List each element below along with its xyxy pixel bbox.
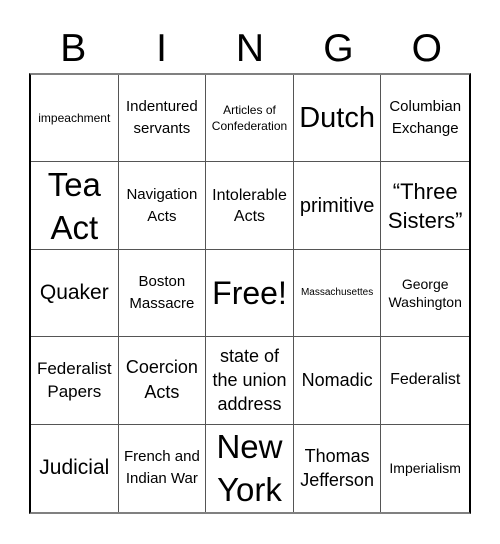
bingo-header: B I N G O	[29, 26, 471, 72]
bingo-cell[interactable]: Federalist	[381, 337, 469, 425]
bingo-cell[interactable]: Nomadic	[293, 337, 382, 425]
cell-label: Federalist Papers	[36, 359, 112, 402]
cell-label: Coercion Acts	[125, 357, 198, 403]
cell-label: Tea Act	[47, 165, 101, 246]
bingo-cell[interactable]: “Three Sisters”	[381, 162, 469, 250]
bingo-cell[interactable]: Indentured servants	[118, 75, 207, 163]
header-letter-n: N	[235, 27, 265, 70]
cell-label: Imperialism	[389, 459, 461, 476]
bingo-cell[interactable]: Imperialism	[381, 425, 469, 512]
bingo-cell[interactable]: French and Indian War	[119, 424, 207, 512]
bingo-cell[interactable]: Boston Massacre	[118, 249, 207, 338]
header-letter-o: O	[411, 27, 442, 70]
bingo-cell[interactable]: Articles of Confederation	[206, 75, 294, 163]
cell-label: Massachusettes	[300, 287, 374, 299]
cell-label: George Washington	[388, 275, 462, 310]
bingo-cell[interactable]: impeachment	[31, 75, 119, 163]
bingo-cell[interactable]: Columbian Exchange	[381, 75, 469, 163]
bingo-cell[interactable]: Dutch	[293, 75, 382, 163]
header-letter-b: B	[60, 27, 87, 70]
header-letter-i: I	[156, 27, 168, 70]
bingo-cell[interactable]: Federalist Papers	[31, 337, 119, 425]
free-space-cell[interactable]: Free!	[206, 249, 294, 338]
bingo-cell[interactable]: Thomas Jefferson	[294, 424, 382, 512]
cell-label: “Three Sisters”	[387, 178, 463, 233]
header-letter-g: G	[323, 27, 354, 70]
bingo-cell[interactable]: Intolerable Acts	[206, 162, 294, 250]
cell-label: New York	[216, 428, 283, 509]
cell-label: Intolerable Acts	[212, 186, 287, 225]
cell-label: Indentured servants	[126, 98, 198, 138]
cell-label: Thomas Jefferson	[300, 446, 374, 491]
bingo-cell[interactable]: George Washington	[381, 250, 469, 338]
bingo-cell[interactable]: Judicial	[31, 424, 119, 512]
bingo-cell[interactable]: primitive	[293, 162, 382, 250]
bingo-cell[interactable]: Coercion Acts	[118, 337, 207, 425]
cell-label: Boston Massacre	[129, 272, 195, 312]
cell-label: Dutch	[299, 102, 375, 135]
cell-label: Judicial	[39, 456, 110, 480]
cell-label: impeachment	[38, 111, 111, 126]
bingo-board: impeachment Indentured servants Articles…	[29, 73, 471, 514]
bingo-cell[interactable]: Quaker	[31, 249, 119, 338]
bingo-cell[interactable]: New York	[206, 424, 294, 512]
cell-label: Quaker	[39, 280, 109, 304]
bingo-cell[interactable]: Massachusettes	[293, 249, 382, 338]
cell-label: Navigation Acts	[126, 185, 198, 225]
bingo-cell[interactable]: state of the union address	[206, 337, 294, 425]
cell-label: French and Indian War	[123, 448, 200, 488]
cell-label: Federalist	[390, 371, 461, 389]
bingo-cell[interactable]: Tea Act	[31, 162, 119, 250]
cell-label: Columbian Exchange	[389, 98, 462, 138]
cell-label: primitive	[299, 194, 375, 217]
bingo-cell[interactable]: Navigation Acts	[118, 162, 207, 250]
cell-label: Nomadic	[301, 370, 373, 391]
cell-label: Articles of Confederation	[211, 103, 288, 134]
cell-label: state of the union address	[212, 346, 287, 415]
free-space-label: Free!	[212, 274, 287, 311]
